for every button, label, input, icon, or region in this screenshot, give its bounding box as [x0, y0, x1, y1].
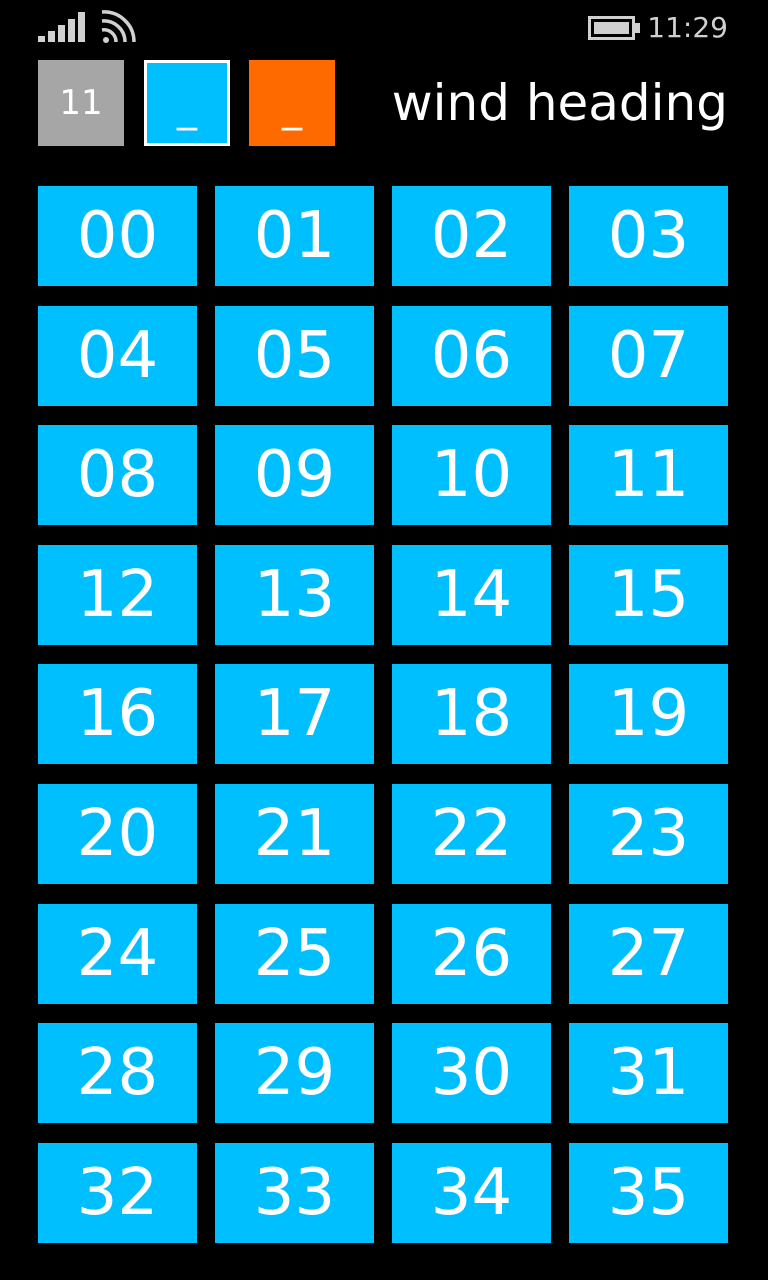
heading-tile-32[interactable]: 32: [38, 1142, 197, 1243]
heading-tile-10[interactable]: 10: [392, 425, 551, 526]
heading-tile-27[interactable]: 27: [569, 903, 728, 1004]
heading-tile-00[interactable]: 00: [38, 186, 197, 286]
wind-heading-screen: 11:29 11 _ _ wind heading 00 01 02 03 04…: [0, 0, 768, 1280]
clock: 11:29: [647, 11, 728, 44]
heading-tile-16[interactable]: 16: [38, 664, 197, 765]
heading-tile-30[interactable]: 30: [392, 1023, 551, 1124]
signal-icon: [38, 12, 85, 42]
heading-grid: 00 01 02 03 04 05 06 07 08 09 10 11 12 1…: [38, 186, 730, 1243]
heading-tile-23[interactable]: 23: [569, 783, 728, 884]
heading-tile-12[interactable]: 12: [38, 544, 197, 645]
heading-tile-29[interactable]: 29: [215, 1023, 374, 1124]
heading-tile-07[interactable]: 07: [569, 305, 728, 406]
heading-tile-25[interactable]: 25: [215, 903, 374, 1004]
heading-tile-17[interactable]: 17: [215, 664, 374, 765]
heading-tile-24[interactable]: 24: [38, 903, 197, 1004]
heading-tile-09[interactable]: 09: [215, 425, 374, 526]
heading-tile-15[interactable]: 15: [569, 544, 728, 645]
heading-tile-34[interactable]: 34: [392, 1142, 551, 1243]
heading-tile-35[interactable]: 35: [569, 1142, 728, 1243]
heading-tile-08[interactable]: 08: [38, 425, 197, 526]
heading-tile-14[interactable]: 14: [392, 544, 551, 645]
first-digit-slot[interactable]: _: [144, 60, 230, 146]
heading-tile-05[interactable]: 05: [215, 305, 374, 406]
heading-tile-04[interactable]: 04: [38, 305, 197, 406]
first-digit-slot-label: _: [177, 85, 197, 131]
heading-tile-18[interactable]: 18: [392, 664, 551, 765]
selected-digits-box[interactable]: 11: [38, 60, 124, 146]
heading-tile-21[interactable]: 21: [215, 783, 374, 884]
heading-tile-26[interactable]: 26: [392, 903, 551, 1004]
battery-icon: [588, 16, 640, 40]
second-digit-slot-label: _: [282, 85, 302, 131]
heading-tile-20[interactable]: 20: [38, 783, 197, 884]
heading-tile-02[interactable]: 02: [392, 186, 551, 286]
heading-tile-22[interactable]: 22: [392, 783, 551, 884]
heading-tile-03[interactable]: 03: [569, 186, 728, 286]
heading-tile-01[interactable]: 01: [215, 186, 374, 286]
status-bar: 11:29: [0, 0, 768, 56]
wifi-icon: [101, 10, 136, 43]
header: 11 _ _ wind heading: [0, 60, 768, 150]
heading-tile-28[interactable]: 28: [38, 1023, 197, 1124]
heading-tile-33[interactable]: 33: [215, 1142, 374, 1243]
heading-tile-11[interactable]: 11: [569, 425, 728, 526]
heading-tile-31[interactable]: 31: [569, 1023, 728, 1124]
second-digit-slot[interactable]: _: [249, 60, 335, 146]
selected-digits-label: 11: [59, 83, 103, 123]
heading-tile-06[interactable]: 06: [392, 305, 551, 406]
heading-tile-19[interactable]: 19: [569, 664, 728, 765]
page-title: wind heading: [391, 74, 728, 132]
heading-tile-13[interactable]: 13: [215, 544, 374, 645]
